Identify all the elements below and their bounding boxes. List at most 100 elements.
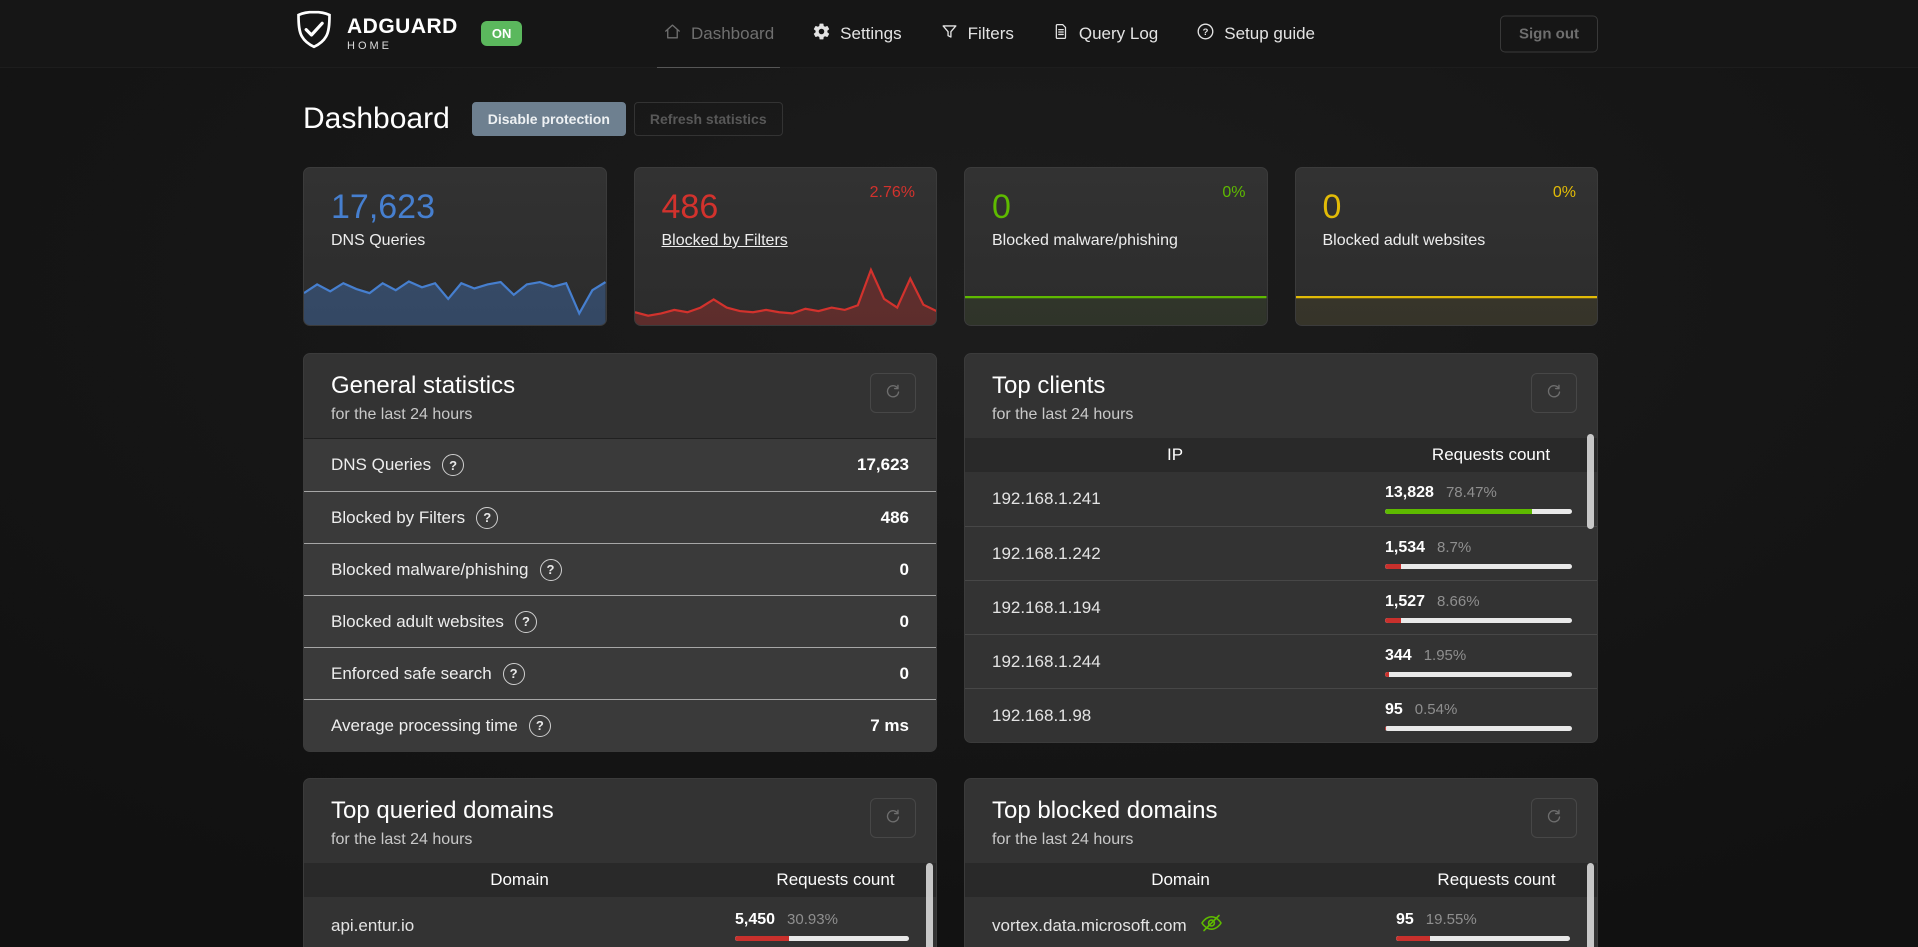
nav-item-setup-guide[interactable]: ? Setup guide (1196, 0, 1315, 67)
top-queried-domains-card: Top queried domains for the last 24 hour… (303, 778, 937, 947)
stat-row-value: 0 (899, 663, 909, 683)
stat-row-value: 0 (899, 559, 909, 579)
refresh-card-button[interactable] (1531, 798, 1577, 838)
stat-row-value: 0 (899, 611, 909, 631)
top-clients-card: Top clients for the last 24 hours IP Req… (964, 353, 1598, 743)
document-icon (1052, 22, 1070, 46)
blocked-by-filters-link[interactable]: Blocked by Filters (662, 232, 910, 250)
brand-text: ADGUARD HOME (347, 16, 458, 52)
gear-icon (812, 22, 831, 46)
blocked-adult-sparkline (1295, 267, 1597, 325)
disable-protection-button[interactable]: Disable protection (471, 102, 626, 136)
card-subtitle: for the last 24 hours (992, 831, 1134, 848)
help-icon[interactable]: ? (539, 558, 562, 581)
table-header-row: Domain Requests count (304, 863, 936, 897)
table-row: Blocked by Filters? 486 (304, 491, 936, 543)
protection-status-badge: ON (480, 21, 523, 46)
card-subtitle: for the last 24 hours (992, 406, 1134, 423)
svg-text:?: ? (1203, 26, 1209, 37)
card-title: Top clients (992, 372, 1106, 399)
request-count: 13,828 (1385, 484, 1434, 501)
progress-bar (1385, 671, 1572, 677)
page-title: Dashboard (303, 102, 450, 135)
nav-item-query-log[interactable]: Query Log (1052, 0, 1158, 67)
nav-item-filters[interactable]: Filters (940, 0, 1014, 67)
top-blocked-domains-card: Top blocked domains for the last 24 hour… (964, 778, 1598, 947)
stat-row-value: 486 (880, 507, 909, 527)
help-icon[interactable]: ? (528, 714, 551, 737)
refresh-card-button[interactable] (870, 373, 916, 413)
table-row: 192.168.1.98 95 0.54% (965, 688, 1597, 742)
stat-value: 0 (992, 188, 1011, 226)
eye-off-icon[interactable] (1198, 911, 1225, 940)
help-icon[interactable]: ? (514, 610, 537, 633)
stat-row-label: Average processing time (331, 715, 518, 735)
request-count: 344 (1385, 646, 1412, 664)
table-row: vortex.data.microsoft.com 95 19.55% (965, 897, 1597, 947)
stat-label: Blocked malware/phishing (992, 232, 1178, 249)
card-header: Top blocked domains for the last 24 hour… (965, 779, 1597, 863)
refresh-statistics-button[interactable]: Refresh statistics (633, 102, 783, 136)
request-percent: 8.7% (1437, 538, 1472, 556)
card-header: Top queried domains for the last 24 hour… (304, 779, 936, 863)
stat-card-blocked-adult: 0% 0 Blocked adult websites (1294, 167, 1598, 326)
nav-label: Query Log (1078, 23, 1159, 43)
column-header-domain: Domain (1151, 870, 1210, 889)
blocked-malware-sparkline (965, 267, 1267, 325)
table-header-row: Domain Requests count (965, 863, 1597, 897)
dashboard-page: Dashboard Disable protection Refresh sta… (303, 101, 1598, 947)
nav-item-settings[interactable]: Settings (812, 0, 902, 67)
refresh-card-button[interactable] (1531, 373, 1577, 413)
table-row: 192.168.1.244 344 1.95% (965, 634, 1597, 688)
stat-row-label: DNS Queries (331, 455, 432, 474)
table-row: api.entur.io 5,450 30.93% (304, 897, 936, 947)
domain-name: vortex.data.microsoft.com (992, 915, 1187, 935)
table-row: 192.168.1.241 13,828 78.47% (965, 472, 1597, 526)
request-percent: 19.55% (1425, 910, 1477, 928)
request-count: 5,450 (735, 910, 776, 928)
request-count: 1,534 (1385, 538, 1426, 556)
sign-out-button[interactable]: Sign out (1500, 15, 1598, 52)
stat-row-label: Blocked malware/phishing (331, 559, 529, 579)
refresh-card-button[interactable] (870, 798, 916, 838)
stat-value: 0 (1322, 188, 1342, 226)
brand-subtitle: HOME (347, 39, 392, 52)
request-count: 95 (1396, 910, 1414, 928)
funnel-icon (940, 22, 959, 46)
card-title: Top blocked domains (992, 797, 1218, 824)
help-icon[interactable]: ? (476, 506, 499, 529)
table-row: Average processing time? 7 ms (304, 699, 936, 751)
page-header: Dashboard Disable protection Refresh sta… (303, 101, 1598, 137)
stat-percent: 0% (1222, 184, 1246, 201)
main-nav: Dashboard Settings Filters Query Log ? S… (656, 0, 1315, 68)
question-icon: ? (1196, 22, 1215, 46)
scrollbar-thumb[interactable] (926, 863, 933, 947)
request-percent: 8.66% (1437, 592, 1480, 610)
card-header: General statistics for the last 24 hours (304, 354, 936, 438)
stat-row-label: Enforced safe search (331, 663, 492, 683)
adguard-logo[interactable]: ADGUARD HOME ON (294, 0, 523, 67)
nav-item-dashboard[interactable]: Dashboard (656, 0, 781, 68)
request-count: 95 (1385, 700, 1403, 718)
card-subtitle: for the last 24 hours (331, 831, 473, 848)
refresh-icon (1545, 383, 1563, 404)
client-ip: 192.168.1.194 (992, 597, 1101, 617)
general-statistics-card: General statistics for the last 24 hours… (303, 353, 937, 752)
nav-label: Dashboard (690, 23, 775, 43)
progress-bar (1385, 617, 1572, 623)
progress-bar (735, 935, 909, 941)
stat-label: DNS Queries (331, 232, 426, 249)
stat-card-blocked-by-filters: 2.76% 486 Blocked by Filters (633, 167, 937, 326)
domain-name: api.entur.io (331, 915, 415, 935)
help-icon[interactable]: ? (442, 454, 465, 476)
progress-bar (1385, 509, 1572, 514)
request-percent: 78.47% (1445, 484, 1497, 501)
help-icon[interactable]: ? (502, 662, 525, 685)
scrollbar-thumb[interactable] (1587, 863, 1594, 947)
column-header-requests-count: Requests count (1431, 445, 1551, 464)
client-ip: 192.168.1.98 (992, 705, 1092, 725)
table-row: Blocked adult websites? 0 (304, 595, 936, 647)
scrollbar-thumb[interactable] (1587, 434, 1594, 529)
stat-percent: 2.76% (869, 184, 915, 201)
request-percent: 30.93% (787, 910, 838, 928)
